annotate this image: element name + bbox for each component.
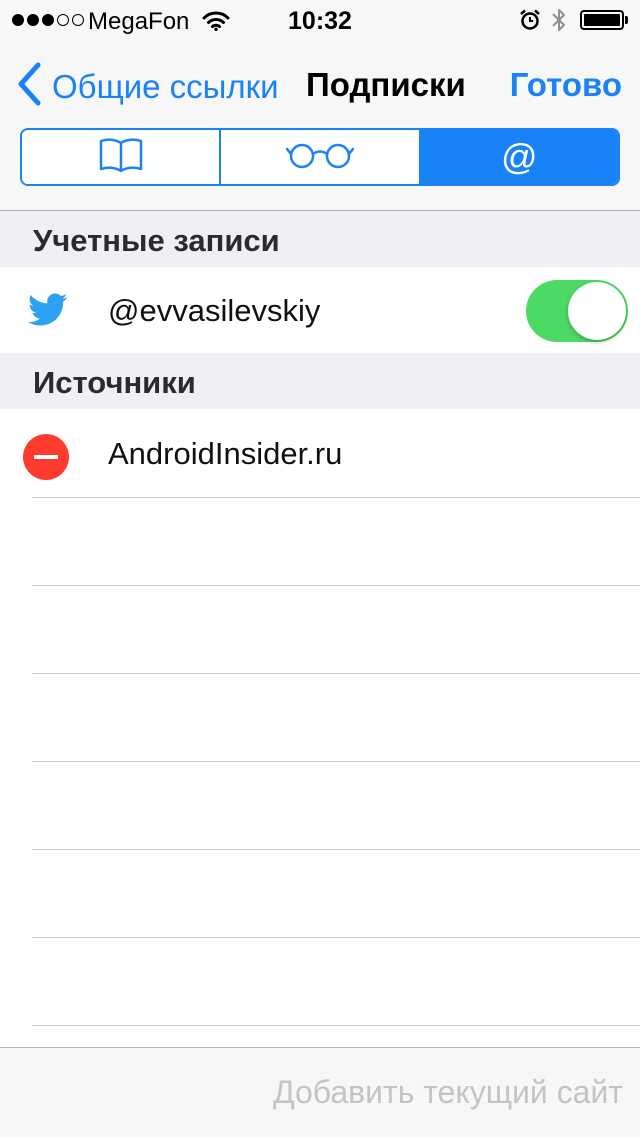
battery-icon bbox=[580, 10, 624, 30]
add-current-site-button[interactable]: Добавить текущий сайт bbox=[273, 1074, 623, 1111]
section-title-sources: Источники bbox=[33, 365, 196, 400]
list-separator bbox=[32, 1025, 640, 1026]
segmented-control: @ bbox=[20, 128, 620, 186]
top-bar: MegaFon 10:32 Общие ссылки Подписки Гото… bbox=[0, 0, 640, 211]
tab-shared-links[interactable]: @ bbox=[418, 130, 618, 184]
battery-level bbox=[584, 14, 620, 26]
section-header-sources: Источники bbox=[0, 353, 640, 409]
done-button[interactable]: Готово bbox=[510, 66, 622, 104]
back-button[interactable]: Общие ссылки bbox=[16, 62, 279, 111]
page-title: Подписки bbox=[306, 66, 466, 103]
source-row: AndroidInsider.ru bbox=[0, 409, 640, 497]
delete-source-button[interactable] bbox=[23, 434, 69, 480]
list-separator bbox=[32, 761, 640, 762]
glasses-icon bbox=[285, 139, 355, 176]
toggle-knob bbox=[568, 282, 626, 340]
status-bar: MegaFon 10:32 bbox=[0, 0, 640, 40]
list-separator bbox=[32, 497, 640, 498]
list-separator bbox=[32, 585, 640, 586]
list-separator bbox=[32, 937, 640, 938]
account-row: @evvasilevskiy bbox=[0, 267, 640, 353]
chevron-left-icon bbox=[16, 62, 42, 111]
account-name: @evvasilevskiy bbox=[108, 293, 321, 328]
section-title-accounts: Учетные записи bbox=[33, 223, 280, 258]
alarm-icon bbox=[519, 9, 541, 38]
battery-tip bbox=[625, 16, 628, 24]
back-button-label: Общие ссылки bbox=[52, 67, 279, 105]
list-separator bbox=[32, 673, 640, 674]
book-icon bbox=[98, 136, 144, 179]
bottom-toolbar: Добавить текущий сайт bbox=[0, 1047, 640, 1137]
source-name: AndroidInsider.ru bbox=[108, 436, 343, 471]
status-time: 10:32 bbox=[288, 7, 352, 35]
tab-bookmarks[interactable] bbox=[22, 130, 220, 184]
at-icon: @ bbox=[501, 136, 538, 177]
twitter-icon bbox=[28, 293, 68, 332]
account-toggle[interactable] bbox=[526, 280, 628, 342]
list-separator bbox=[32, 849, 640, 850]
tab-reading-list[interactable] bbox=[219, 130, 419, 184]
section-header-accounts: Учетные записи bbox=[0, 211, 640, 267]
bluetooth-icon bbox=[551, 7, 567, 40]
